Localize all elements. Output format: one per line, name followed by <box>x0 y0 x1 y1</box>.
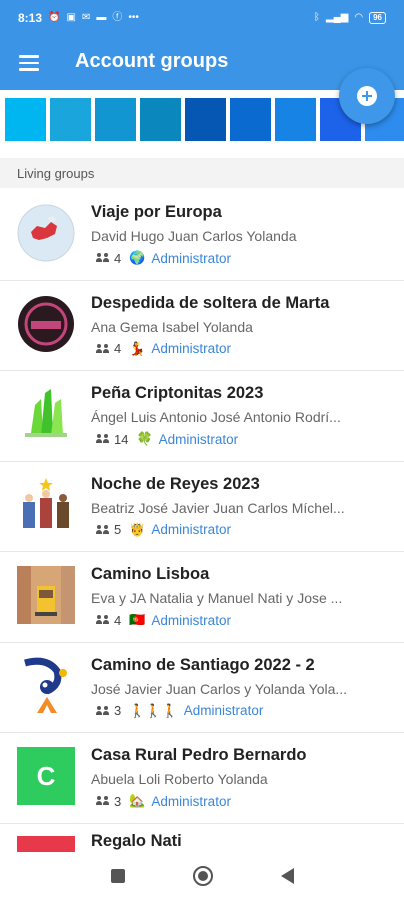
signal-icon: ▂▄▆ <box>325 12 349 23</box>
group-name: Regalo Nati <box>91 831 182 850</box>
member-count: 4 <box>114 341 122 356</box>
group-emoji: 💃 <box>129 340 146 356</box>
group-emoji: 🏡 <box>129 793 146 808</box>
role-label: Administrator <box>151 793 231 809</box>
member-count: 14 <box>114 431 129 447</box>
facebook-icon: ⓕ <box>112 12 123 23</box>
color-tile[interactable] <box>140 98 181 141</box>
system-nav-bar <box>0 852 404 900</box>
back-button[interactable] <box>280 868 294 884</box>
color-tile[interactable] <box>50 98 91 141</box>
green-crystal-image <box>25 389 67 437</box>
menu-icon[interactable] <box>19 55 39 71</box>
avatar-letter: C <box>36 760 56 791</box>
role-label: Administrator <box>183 703 264 718</box>
color-tile[interactable] <box>5 98 46 141</box>
plus-icon <box>357 86 377 106</box>
battery-icon: 96 <box>369 12 386 24</box>
wifi-icon: ◠ <box>354 12 364 23</box>
camino-logo-image <box>24 657 67 713</box>
recents-button[interactable] <box>110 869 125 883</box>
add-group-button[interactable] <box>339 68 395 124</box>
bluetooth-icon: ᛒ <box>313 12 320 23</box>
more-dots-icon: ••• <box>128 12 139 23</box>
group-meta: 4 🌍 Administrator <box>96 250 231 266</box>
color-tile[interactable] <box>95 98 136 141</box>
role-label: Administrator <box>151 522 231 537</box>
people-icon <box>96 524 110 535</box>
member-count: 3 <box>114 703 122 718</box>
group-row[interactable]: Noche de Reyes 2023 Beatriz José Javier … <box>0 462 404 552</box>
group-row[interactable]: Peña Criptonitas 2023 Ángel Luis Antonio… <box>0 371 404 462</box>
europe-globe-image <box>17 204 75 262</box>
group-emoji: 🤴 <box>129 521 146 537</box>
member-count: 4 <box>114 612 122 628</box>
member-count: 5 <box>114 522 122 537</box>
three-kings-image <box>23 477 69 528</box>
home-button[interactable] <box>192 866 213 886</box>
color-tile[interactable] <box>230 98 271 141</box>
color-tile[interactable] <box>185 98 226 141</box>
status-time: 8:13 <box>18 11 43 25</box>
group-members: Ana Gema Isabel Yolanda <box>91 318 253 335</box>
message-icon: ▬ <box>96 12 107 23</box>
group-meta: 4 🇵🇹 Administrator <box>96 612 231 628</box>
member-count: 4 <box>114 250 122 266</box>
people-icon <box>96 434 110 444</box>
group-members: Abuela Loli Roberto Yolanda <box>91 771 268 787</box>
group-name: Camino Lisboa <box>91 565 210 583</box>
people-icon <box>96 615 110 625</box>
status-left: 8:13 ⏰ ▣ ✉ ▬ ⓕ ••• <box>18 11 139 25</box>
people-icon <box>96 343 110 354</box>
lisbon-tram-image <box>17 566 75 624</box>
group-row[interactable]: C Casa Rural Pedro Bernardo Abuela Loli … <box>0 733 404 824</box>
app-icon: ▣ <box>66 12 76 23</box>
group-name: Noche de Reyes 2023 <box>91 474 260 493</box>
group-row[interactable]: Despedida de soltera de Marta Ana Gema I… <box>0 281 404 371</box>
group-emoji: 🇵🇹 <box>129 612 146 627</box>
section-header: Living groups <box>0 158 404 188</box>
group-meta: 3 🚶🚶🚶 Administrator <box>96 703 263 719</box>
section-title: Living groups <box>17 166 95 181</box>
role-label: Administrator <box>158 431 239 447</box>
role-label: Administrator <box>151 250 231 266</box>
group-row[interactable]: Camino de Santiago 2022 - 2 José Javier … <box>0 643 404 733</box>
group-emoji: 🚶🚶🚶 <box>129 702 178 718</box>
group-name: Camino de Santiago 2022 - 2 <box>91 655 315 674</box>
group-row[interactable]: Camino Lisboa Eva y JA Natalia y Manuel … <box>0 552 404 643</box>
group-list: Viaje por Europa David Hugo Juan Carlos … <box>0 190 404 900</box>
page-title: Account groups <box>75 50 229 72</box>
group-members: David Hugo Juan Carlos Yolanda <box>91 228 297 244</box>
mail-icon: ✉ <box>81 12 91 23</box>
group-members: Ángel Luis Antonio José Antonio Rodrí... <box>91 409 341 425</box>
party-logo-image <box>18 295 74 352</box>
status-bar: 8:13 ⏰ ▣ ✉ ▬ ⓕ ••• ᛒ ▂▄▆ ◠ 96 <box>0 0 404 36</box>
role-label: Administrator <box>151 341 231 356</box>
group-meta: 5 🤴 Administrator <box>96 522 231 538</box>
people-icon <box>96 253 110 263</box>
group-members: Beatriz José Javier Juan Carlos Míchel..… <box>91 499 345 516</box>
group-name: Peña Criptonitas 2023 <box>91 384 264 402</box>
group-meta: 4 💃 Administrator <box>96 341 231 357</box>
color-tile[interactable] <box>275 98 316 141</box>
alarm-icon: ⏰ <box>48 12 61 23</box>
group-emoji: 🌍 <box>129 250 146 265</box>
people-icon <box>96 705 110 716</box>
group-meta: 3 🏡 Administrator <box>96 793 231 809</box>
group-name: Despedida de soltera de Marta <box>91 293 330 312</box>
member-count: 3 <box>114 793 122 809</box>
group-name: Casa Rural Pedro Bernardo <box>91 746 307 764</box>
people-icon <box>96 796 110 806</box>
role-label: Administrator <box>151 612 231 628</box>
group-members: José Javier Juan Carlos y Yolanda Yola..… <box>91 680 348 697</box>
group-emoji: 🍀 <box>136 431 153 446</box>
group-members: Eva y JA Natalia y Manuel Nati y Jose ..… <box>91 590 343 606</box>
group-row[interactable]: Viaje por Europa David Hugo Juan Carlos … <box>0 190 404 281</box>
group-name: Viaje por Europa <box>91 203 222 221</box>
status-right: ᛒ ▂▄▆ ◠ 96 <box>314 12 386 24</box>
group-meta: 14 🍀 Administrator <box>96 431 238 447</box>
letter-c-avatar: C <box>17 747 75 805</box>
